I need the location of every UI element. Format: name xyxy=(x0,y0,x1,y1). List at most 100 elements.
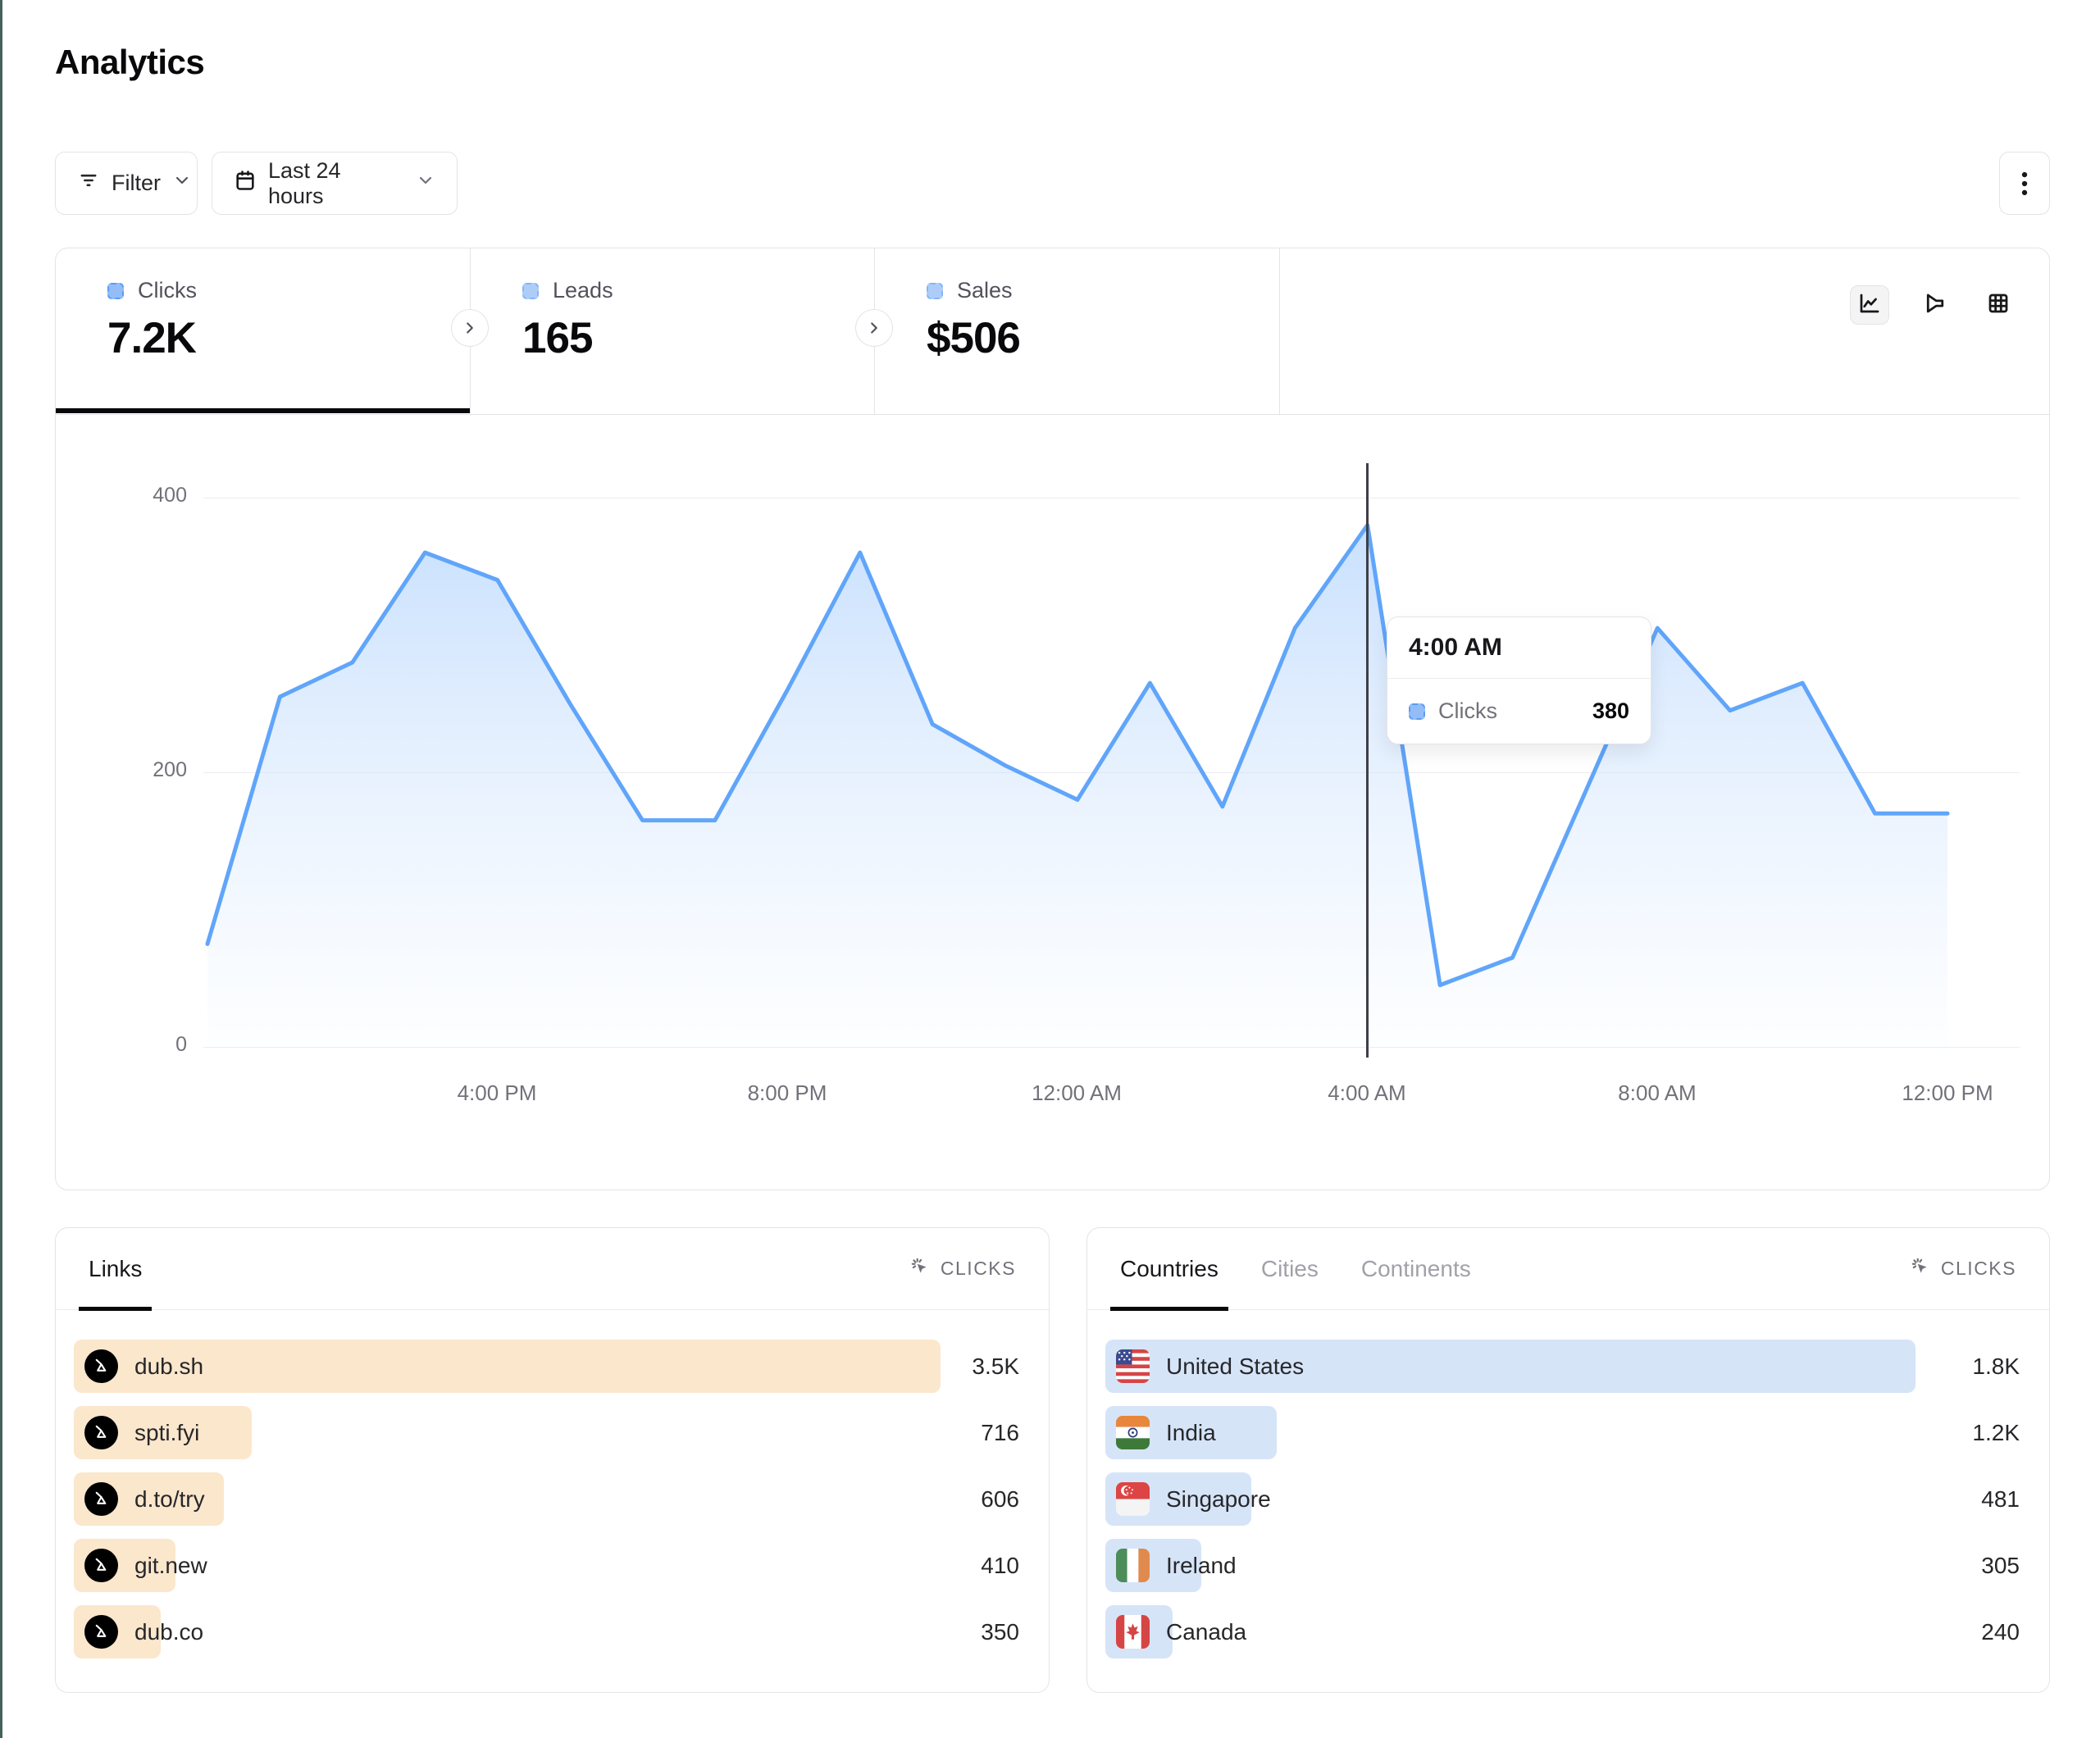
filter-button[interactable]: Filter xyxy=(55,152,198,215)
link-row[interactable]: d.to/try 606 xyxy=(74,1472,1019,1526)
country-label: Ireland xyxy=(1166,1553,1237,1579)
link-row[interactable]: git.new 410 xyxy=(74,1539,1019,1592)
links-metric-selector[interactable]: CLICKS xyxy=(909,1256,1016,1282)
tab-leads[interactable]: Leads 165 xyxy=(471,248,873,414)
us-flag-icon xyxy=(1116,1349,1150,1383)
leads-legend-swatch xyxy=(522,283,539,299)
link-clicks-value: 606 xyxy=(941,1486,1019,1513)
links-metric-label: CLICKS xyxy=(941,1258,1016,1280)
country-clicks-value: 1.8K xyxy=(1941,1354,2020,1380)
funnel-view-button[interactable] xyxy=(1916,285,1955,325)
singapore-flag-icon xyxy=(1116,1482,1150,1516)
tooltip-legend-swatch xyxy=(1409,703,1425,720)
y-axis-tick: 400 xyxy=(101,484,187,507)
link-row[interactable]: dub.sh 3.5K xyxy=(74,1340,1019,1393)
chevron-down-icon xyxy=(172,171,192,196)
analytics-page: Analytics Filter Last 24 hours xyxy=(0,0,2100,1738)
x-axis-tick: 8:00 PM xyxy=(748,1081,827,1106)
chevron-down-icon xyxy=(416,171,435,196)
link-clicks-value: 3.5K xyxy=(941,1354,1019,1380)
country-clicks-value: 305 xyxy=(1941,1553,2020,1579)
line-chart-view-button[interactable] xyxy=(1850,285,1889,325)
y-axis-tick: 0 xyxy=(101,1033,187,1057)
link-clicks-value: 350 xyxy=(941,1619,1019,1645)
clicks-area-chart[interactable] xyxy=(207,459,1947,1107)
countries-tab-label: Countries xyxy=(1120,1256,1219,1282)
sales-tab-value: $506 xyxy=(927,313,1278,363)
grid-icon xyxy=(1986,291,2011,320)
expand-leads-chevron-button[interactable] xyxy=(855,309,893,347)
sales-tab-label: Sales xyxy=(957,278,1013,303)
clicks-tab-label: Clicks xyxy=(138,278,197,303)
link-row[interactable]: spti.fyi 716 xyxy=(74,1406,1019,1459)
link-clicks-value: 410 xyxy=(941,1553,1019,1579)
active-tab-underline xyxy=(56,408,470,413)
tooltip-value: 380 xyxy=(1592,698,1629,724)
tab-sales[interactable]: Sales $506 xyxy=(876,248,1278,414)
dub-logo-icon xyxy=(84,1349,118,1383)
chart-tooltip: 4:00 AM Clicks 380 xyxy=(1387,616,1651,744)
table-view-button[interactable] xyxy=(1979,285,2018,325)
dub-logo-icon xyxy=(84,1549,118,1582)
sales-legend-swatch xyxy=(927,283,943,299)
geo-panel: Countries Cities Continents CLICKS Unite… xyxy=(1086,1227,2050,1693)
country-row[interactable]: Ireland 305 xyxy=(1105,1539,2020,1592)
more-options-button[interactable] xyxy=(1999,152,2050,215)
link-clicks-value: 716 xyxy=(941,1420,1019,1446)
link-label: d.to/try xyxy=(134,1486,205,1513)
dub-logo-icon xyxy=(84,1416,118,1449)
leads-tab-label: Leads xyxy=(553,278,613,303)
country-row[interactable]: India 1.2K xyxy=(1105,1406,2020,1459)
continents-tab-label: Continents xyxy=(1361,1256,1471,1282)
country-row[interactable]: Singapore 481 xyxy=(1105,1472,2020,1526)
clicks-legend-swatch xyxy=(107,283,124,299)
leads-tab-value: 165 xyxy=(522,313,873,363)
link-label: dub.co xyxy=(134,1619,203,1645)
line-chart-icon xyxy=(1857,291,1882,320)
tab-continents[interactable]: Continents xyxy=(1361,1228,1471,1309)
link-label: git.new xyxy=(134,1553,207,1579)
tooltip-series-label: Clicks xyxy=(1438,698,1579,724)
geo-metric-selector[interactable]: CLICKS xyxy=(1910,1256,2016,1282)
link-label: dub.sh xyxy=(134,1354,203,1380)
tooltip-time: 4:00 AM xyxy=(1387,617,1651,679)
country-label: India xyxy=(1166,1420,1216,1446)
tab-clicks[interactable]: Clicks 7.2K xyxy=(57,248,469,414)
dub-logo-icon xyxy=(84,1482,118,1516)
page-title: Analytics xyxy=(55,43,204,82)
clicks-tab-value: 7.2K xyxy=(107,313,469,363)
expand-clicks-chevron-button[interactable] xyxy=(451,309,489,347)
x-axis-tick: 4:00 AM xyxy=(1328,1081,1405,1106)
tab-countries[interactable]: Countries xyxy=(1120,1228,1219,1309)
date-range-label: Last 24 hours xyxy=(268,158,393,209)
funnel-icon xyxy=(1923,291,1947,320)
tab-cities[interactable]: Cities xyxy=(1261,1228,1319,1309)
kebab-menu-icon xyxy=(2012,170,2037,198)
country-label: Canada xyxy=(1166,1619,1246,1645)
cursor-click-icon xyxy=(909,1256,931,1282)
country-clicks-value: 240 xyxy=(1941,1619,2020,1645)
cities-tab-label: Cities xyxy=(1261,1256,1319,1282)
canada-flag-icon xyxy=(1116,1615,1150,1649)
country-row[interactable]: United States 1.8K xyxy=(1105,1340,2020,1393)
link-label: spti.fyi xyxy=(134,1420,199,1446)
x-axis-tick: 4:00 PM xyxy=(458,1081,537,1106)
x-axis-tick: 8:00 AM xyxy=(1618,1081,1696,1106)
calendar-icon xyxy=(234,169,257,198)
date-range-button[interactable]: Last 24 hours xyxy=(212,152,458,215)
stat-divider xyxy=(1279,248,1280,414)
y-axis-tick: 200 xyxy=(101,758,187,782)
geo-metric-label: CLICKS xyxy=(1941,1258,2016,1280)
chart-crosshair xyxy=(1366,463,1369,1058)
filter-icon xyxy=(77,169,100,198)
stats-row-divider xyxy=(55,414,2050,415)
link-row[interactable]: dub.co 350 xyxy=(74,1605,1019,1658)
cursor-click-icon xyxy=(1910,1256,1931,1282)
links-tab-label: Links xyxy=(89,1256,142,1282)
links-panel: Links CLICKS dub.sh 3.5K spti.fyi xyxy=(55,1227,1050,1693)
filter-button-label: Filter xyxy=(112,171,161,196)
country-label: Singapore xyxy=(1166,1486,1271,1513)
tab-links[interactable]: Links xyxy=(89,1228,142,1309)
dub-logo-icon xyxy=(84,1615,118,1649)
country-row[interactable]: Canada 240 xyxy=(1105,1605,2020,1658)
